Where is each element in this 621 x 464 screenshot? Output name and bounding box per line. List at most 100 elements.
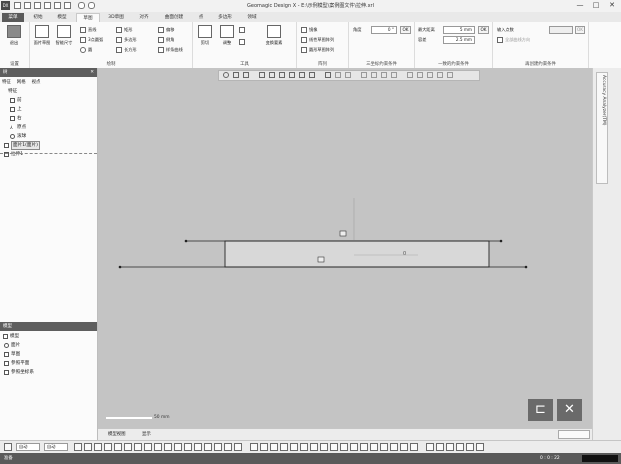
filter-tool-icon[interactable] [144, 443, 152, 451]
snap-icon[interactable] [310, 443, 318, 451]
filter-tool-icon[interactable] [154, 443, 162, 451]
filter-combo[interactable]: 自动 [44, 443, 68, 451]
tolerance-field[interactable]: 2.5 mm [443, 36, 475, 44]
filter-tool-icon[interactable] [194, 443, 202, 451]
tab-initial[interactable]: 初始 [28, 13, 48, 22]
spline-button[interactable]: 样条曲线 [158, 46, 183, 54]
smart-dim-button[interactable]: 智能尺寸 [54, 25, 74, 53]
tab-surface[interactable]: 曲面创建 [158, 13, 190, 22]
tree-item[interactable]: 前 [10, 97, 22, 104]
polygon-button[interactable]: 多边形 [116, 36, 137, 44]
accuracy-analyzer-tab[interactable]: Accuracy Analyzer(TM) [596, 72, 608, 184]
display-icon[interactable] [436, 443, 444, 451]
sketch-canvas[interactable] [98, 68, 592, 428]
convert-button[interactable]: 变换要素 [261, 25, 287, 53]
snap-icon[interactable] [390, 443, 398, 451]
cancel-button[interactable]: ✕ [557, 399, 582, 421]
display-icon[interactable] [446, 443, 454, 451]
constraint-marker[interactable] [317, 256, 325, 263]
tab-display[interactable]: 显示 [142, 431, 151, 437]
filter-tool-icon[interactable] [74, 443, 82, 451]
viewport[interactable]: 0 50 mm ⊏ ✕ [98, 68, 592, 428]
snap-icon[interactable] [300, 443, 308, 451]
mirror2-button[interactable] [239, 26, 247, 34]
tab-3d-sketch[interactable]: 3D草图 [102, 13, 130, 22]
trim-button[interactable]: 剪切 [195, 25, 215, 53]
display-icon[interactable] [476, 443, 484, 451]
angle-field[interactable]: 0 ° [371, 26, 397, 34]
filter-tool-icon[interactable] [184, 443, 192, 451]
display-icon[interactable] [466, 443, 474, 451]
tab-viewpoint[interactable]: 视点 [32, 79, 41, 85]
filter-tool-icon[interactable] [124, 443, 132, 451]
endpoint[interactable] [184, 239, 188, 243]
tree-item[interactable]: 草图 [4, 351, 20, 358]
snap-icon[interactable] [320, 443, 328, 451]
view-selector[interactable] [558, 430, 590, 439]
filter-tool-icon[interactable] [174, 443, 182, 451]
snap-icon[interactable] [380, 443, 388, 451]
tree-item[interactable]: 滚球 [10, 133, 26, 140]
constraint-marker[interactable] [339, 230, 347, 237]
tree-item[interactable]: 面片 [4, 342, 20, 349]
input-points-field[interactable] [549, 26, 573, 34]
display-icon[interactable] [426, 443, 434, 451]
maximize-button[interactable]: □ [588, 0, 604, 11]
angle-ok-button[interactable]: OK [400, 26, 411, 34]
tab-region[interactable]: 领域 [242, 13, 262, 22]
tree-item[interactable]: 右 [10, 115, 22, 122]
tab-model[interactable]: 模型 [52, 13, 72, 22]
endpoint[interactable] [524, 265, 528, 269]
filter-tool-icon[interactable] [234, 443, 242, 451]
line-button[interactable]: 直线 [80, 26, 96, 34]
snap-icon[interactable] [350, 443, 358, 451]
filter-tool-icon[interactable] [134, 443, 142, 451]
filter-tool-icon[interactable] [104, 443, 112, 451]
tab-polygon[interactable]: 多边形 [212, 13, 238, 22]
filter-tool-icon[interactable] [164, 443, 172, 451]
snap-icon[interactable] [400, 443, 408, 451]
filter-tool-icon[interactable] [224, 443, 232, 451]
snap-icon[interactable] [370, 443, 378, 451]
linear-array-button[interactable]: 线性草图阵列 [301, 36, 334, 44]
slot-button[interactable]: 长方形 [116, 46, 137, 54]
tree-item[interactable]: 上 [10, 106, 22, 113]
rect-button[interactable]: 矩形 [116, 26, 132, 34]
tab-feature[interactable]: 特征 [2, 79, 11, 85]
confirm-button[interactable]: ⊏ [528, 399, 553, 421]
tree-item[interactable]: ⅄ 原点 [10, 124, 26, 131]
extruded-body[interactable] [224, 240, 490, 268]
tab-align[interactable]: 对齐 [134, 13, 154, 22]
snap-icon[interactable] [260, 443, 268, 451]
selection-filter-icon[interactable] [4, 443, 12, 451]
snap-icon[interactable] [410, 443, 418, 451]
fillet-button[interactable]: 倒角 [158, 36, 174, 44]
offset-button[interactable]: 偏移 [158, 26, 174, 34]
display-icon[interactable] [456, 443, 464, 451]
tab-model-view[interactable]: 模型视图 [108, 431, 126, 437]
max-distance-field[interactable]: 5 mm [443, 26, 475, 34]
tree-item[interactable]: 参照坐标系 [4, 369, 34, 376]
close-icon[interactable]: ✕ [90, 68, 94, 77]
filter-tool-icon[interactable] [214, 443, 222, 451]
tab-point[interactable]: 点 [194, 13, 208, 22]
filter-tool-icon[interactable] [114, 443, 122, 451]
snap-icon[interactable] [330, 443, 338, 451]
snap-icon[interactable] [340, 443, 348, 451]
snap-icon[interactable] [270, 443, 278, 451]
endpoint[interactable] [499, 239, 503, 243]
tab-menu[interactable]: 菜单 [2, 13, 24, 22]
points-ok-button[interactable]: OK [575, 26, 585, 34]
filter-tool-icon[interactable] [204, 443, 212, 451]
snap-icon[interactable] [280, 443, 288, 451]
filter-tool-icon[interactable] [84, 443, 92, 451]
minimize-button[interactable]: — [572, 0, 588, 11]
face-sketch-button[interactable]: 面片草图 [32, 25, 52, 53]
filter-tool-icon[interactable] [94, 443, 102, 451]
exit-button[interactable]: 退出 [4, 25, 24, 53]
all-curves-checkbox[interactable]: 全部曲线方向 [497, 36, 530, 44]
close-button[interactable]: ✕ [604, 0, 620, 11]
snap-icon[interactable] [360, 443, 368, 451]
tree-item[interactable]: 面片1(面片) [4, 141, 40, 150]
snap-icon[interactable] [250, 443, 258, 451]
